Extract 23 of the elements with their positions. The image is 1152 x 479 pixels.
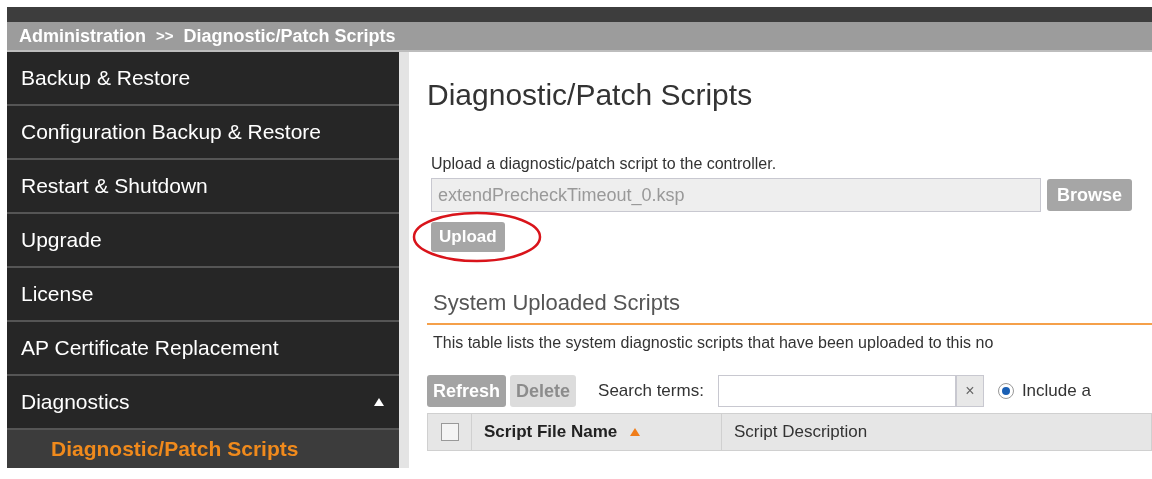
sidebar-item-label: License (21, 281, 94, 308)
radio-button[interactable] (997, 383, 1014, 399)
sidebar-subitem[interactable]: Diagnostic/Patch Scripts (7, 430, 399, 468)
search-label: Search terms: (598, 380, 704, 403)
sort-ascending-icon (629, 427, 642, 437)
collapse-caret-icon (373, 397, 385, 407)
section-title: System Uploaded Scripts (427, 286, 1152, 325)
select-all-checkbox[interactable] (440, 423, 459, 441)
sidebar-item-label: AP Certificate Replacement (21, 335, 279, 362)
sidebar-item-label: Backup & Restore (21, 65, 191, 92)
radio-label: Include a (1021, 380, 1091, 403)
column-header[interactable]: Script Description (722, 414, 880, 450)
sidebar-item-label: Diagnostics (21, 389, 130, 416)
page-title: Diagnostic/Patch Scripts (427, 77, 754, 113)
breadcrumb-separator: >> (156, 25, 174, 46)
sidebar-item-label: Restart & Shutdown (21, 173, 208, 200)
column-header[interactable]: Script File Name (472, 414, 722, 450)
search-field[interactable] (717, 375, 956, 407)
section-description: This table lists the system diagnostic scripts that have been uploaded to this no (432, 333, 995, 353)
sidebar-item-label: Upgrade (21, 227, 102, 254)
clear-button[interactable]: × (955, 375, 984, 407)
upload-instruction: Upload a diagnostic/patch script to the controller. (431, 154, 778, 174)
sidebar-item-label: Configuration Backup & Restore (21, 119, 321, 146)
